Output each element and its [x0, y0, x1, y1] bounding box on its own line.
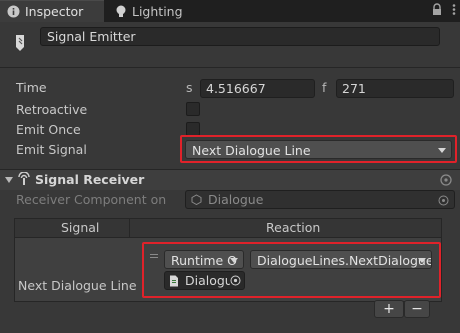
receiver-component-field: Dialogue [185, 190, 455, 209]
retroactive-label: Retroactive [16, 102, 88, 117]
tab-inspector-label: Inspector [25, 4, 84, 19]
target-object-field[interactable]: Dialogu [164, 271, 245, 290]
foldout-arrow-icon[interactable] [5, 177, 13, 183]
time-seconds-field[interactable]: 4.516667 [200, 79, 315, 98]
receiver-component-value: Dialogue [207, 192, 264, 207]
column-header-reaction: Reaction [266, 220, 321, 235]
object-picker-icon [438, 195, 449, 206]
script-file-icon [170, 275, 178, 287]
tabbar-actions [432, 3, 456, 16]
add-button[interactable]: + [374, 300, 404, 318]
signal-emitter-icon [16, 35, 24, 51]
chevron-down-icon [438, 148, 446, 153]
lock-icon[interactable] [432, 3, 442, 16]
row-signal-name: Next Dialogue Line [18, 278, 137, 293]
chevron-down-icon [418, 258, 426, 263]
object-name-field[interactable]: Signal Emitter [40, 27, 440, 46]
drag-handle-icon[interactable] [150, 257, 158, 258]
divider [0, 67, 460, 68]
method-dropdown[interactable]: DialogueLines.NextDialogueL [250, 250, 432, 269]
object-picker-icon[interactable] [230, 275, 241, 286]
column-divider [129, 219, 130, 237]
time-label: Time [16, 80, 47, 95]
time-frames-field[interactable]: 271 [336, 79, 454, 98]
receiver-component-label: Receiver Component on [16, 192, 167, 207]
emit-signal-label: Emit Signal [16, 142, 87, 157]
tab-lighting-label: Lighting [132, 3, 183, 19]
emit-once-label: Emit Once [16, 122, 81, 137]
chevron-down-icon [230, 258, 238, 263]
seconds-label: s [186, 80, 193, 95]
emit-signal-value: Next Dialogue Line [192, 143, 311, 158]
info-icon [7, 5, 20, 18]
signal-receiver-title: Signal Receiver [35, 172, 145, 187]
component-settings-icon[interactable] [438, 172, 454, 188]
retroactive-checkbox[interactable] [186, 102, 200, 116]
emit-once-checkbox[interactable] [186, 122, 200, 136]
lightbulb-icon [116, 5, 126, 17]
remove-button[interactable]: − [404, 300, 430, 318]
method-value: DialogueLines.NextDialogueL [257, 253, 432, 268]
tab-inspector[interactable]: Inspector [0, 0, 104, 22]
gameobject-icon [191, 194, 202, 206]
emit-signal-dropdown[interactable]: Next Dialogue Line [185, 140, 452, 159]
frames-label: f [322, 80, 327, 95]
runtime-mode-dropdown[interactable]: Runtime O [164, 250, 244, 269]
target-object-value: Dialogu [184, 273, 233, 288]
column-header-signal: Signal [61, 220, 100, 235]
tab-lighting[interactable]: Lighting [115, 0, 215, 22]
more-options-icon[interactable] [452, 3, 456, 16]
drag-handle-icon[interactable] [150, 254, 158, 255]
signal-receiver-icon [18, 172, 30, 185]
runtime-mode-value: Runtime O [171, 253, 238, 268]
